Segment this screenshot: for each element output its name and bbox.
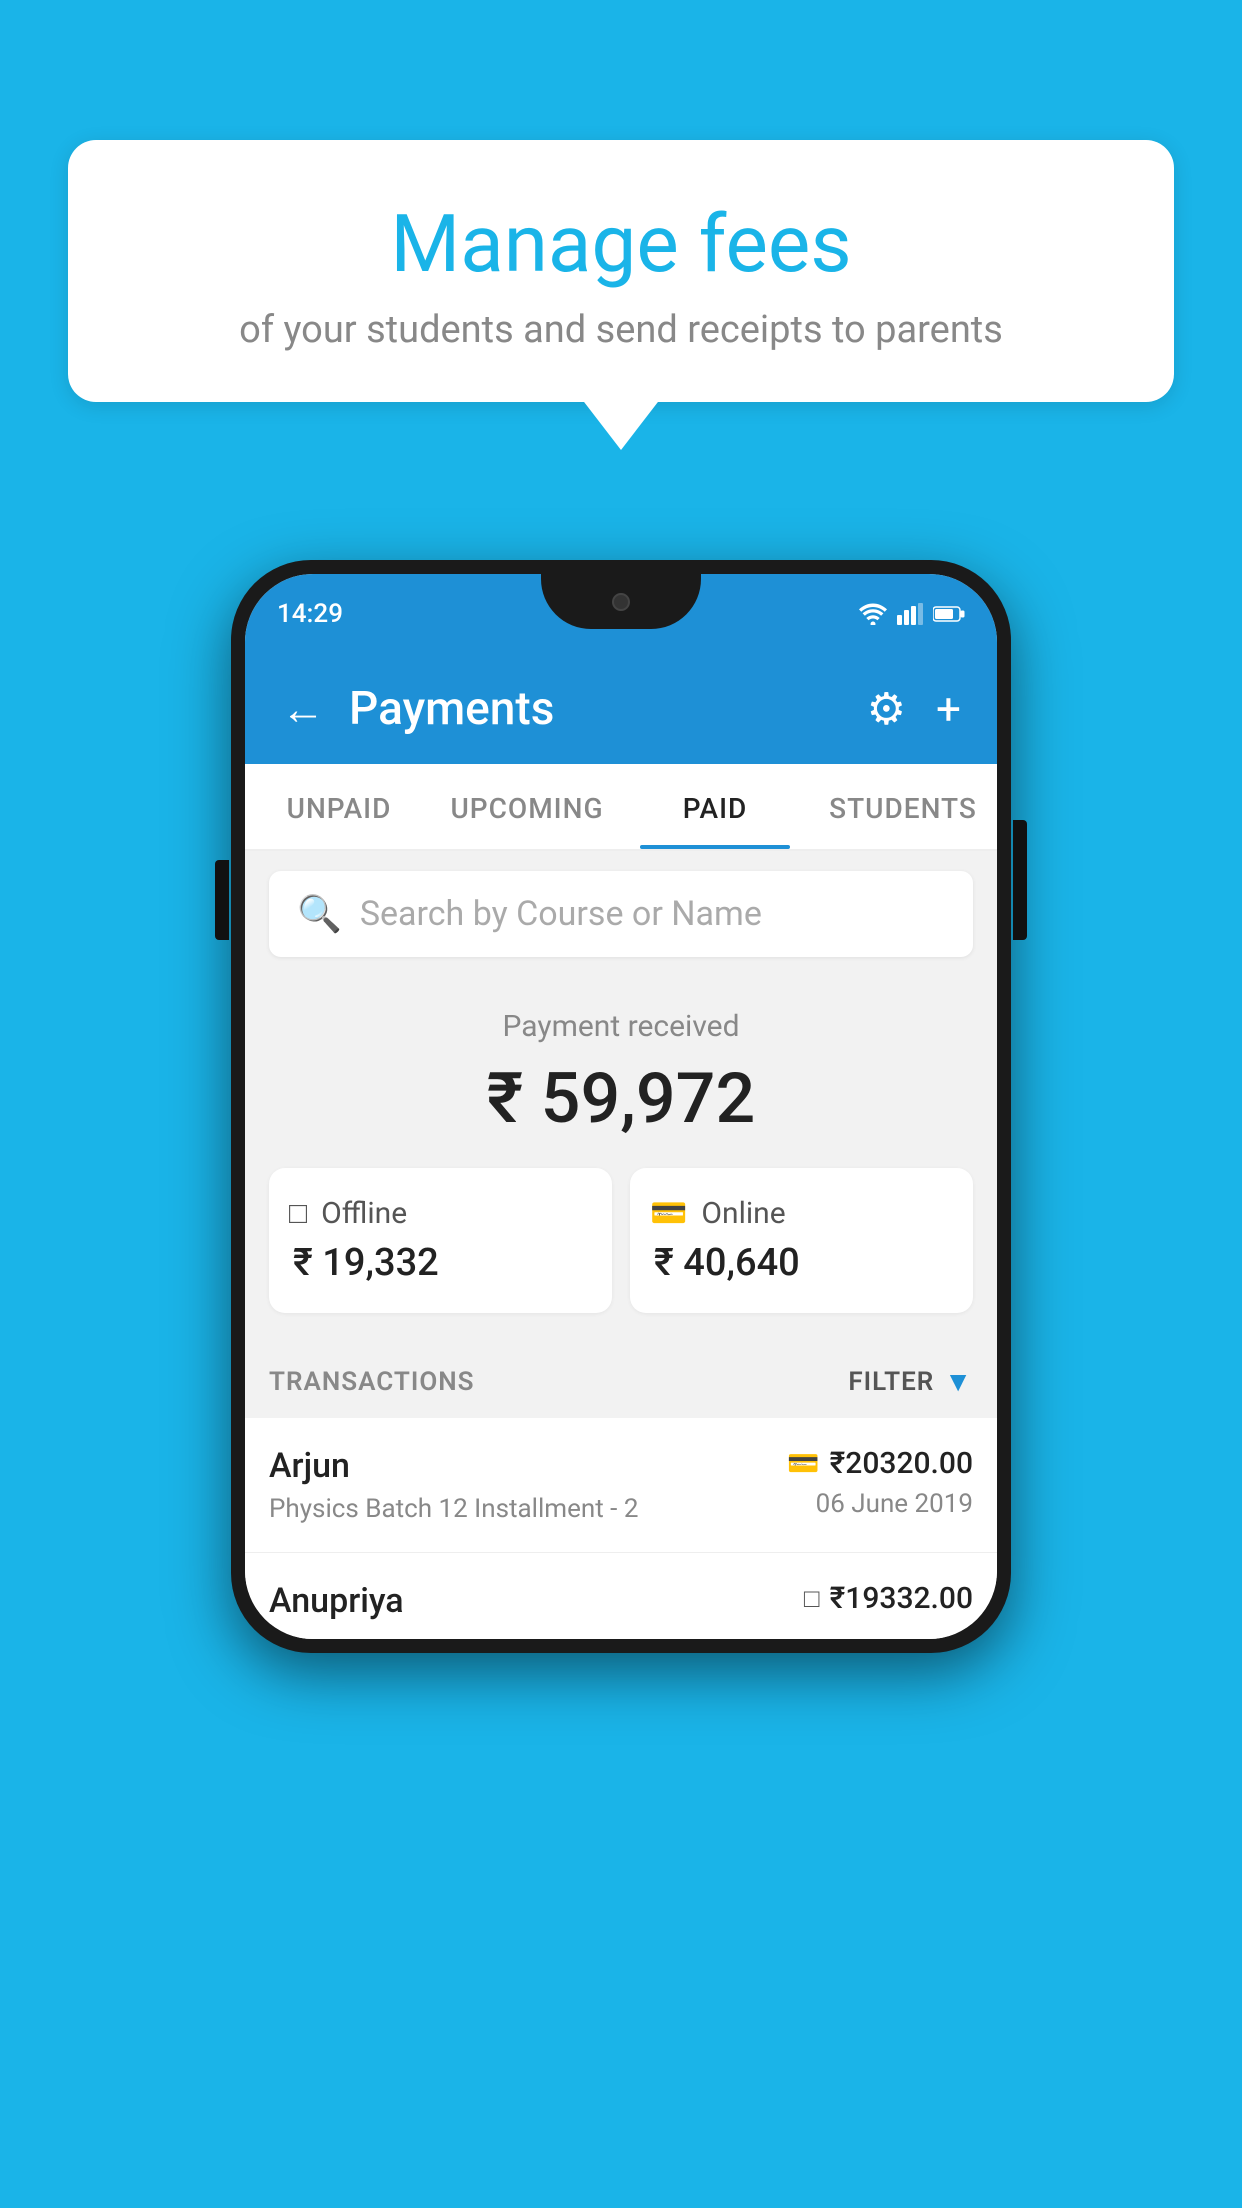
filter-label: FILTER <box>848 1367 934 1397</box>
payment-cards: □ Offline ₹ 19,332 💳 Online ₹ 40,640 <box>269 1168 973 1313</box>
search-input[interactable]: Search by Course or Name <box>360 894 762 934</box>
phone-mockup: 14:29 <box>231 560 1011 1653</box>
status-icons <box>859 603 965 625</box>
search-icon: 🔍 <box>297 893 342 935</box>
search-container: 🔍 Search by Course or Name <box>245 851 997 977</box>
transaction-name: Arjun <box>269 1446 787 1486</box>
transaction-description: Physics Batch 12 Installment - 2 <box>269 1494 787 1524</box>
offline-amount: ₹ 19,332 <box>289 1241 592 1285</box>
offline-payment-card: □ Offline ₹ 19,332 <box>269 1168 612 1313</box>
tab-upcoming[interactable]: UPCOMING <box>433 764 621 849</box>
offline-icon: □ <box>289 1196 307 1231</box>
transactions-header: TRANSACTIONS FILTER ▼ <box>245 1345 997 1418</box>
payment-type-icon: □ <box>804 1583 820 1614</box>
app-bar-right: ⚙ + <box>867 687 961 731</box>
signal-icon <box>897 603 923 625</box>
filter-icon: ▼ <box>944 1365 973 1398</box>
speech-bubble-title: Manage fees <box>108 200 1134 288</box>
app-bar-title: Payments <box>349 682 554 736</box>
wifi-icon <box>859 603 887 625</box>
offline-label: Offline <box>321 1196 407 1231</box>
online-payment-card: 💳 Online ₹ 40,640 <box>630 1168 973 1313</box>
transaction-amount: 💳 ₹20320.00 <box>787 1446 973 1481</box>
settings-button[interactable]: ⚙ <box>867 687 906 731</box>
status-time: 14:29 <box>277 599 343 629</box>
speech-bubble-subtitle: of your students and send receipts to pa… <box>108 308 1134 352</box>
table-row[interactable]: Arjun Physics Batch 12 Installment - 2 💳… <box>245 1418 997 1553</box>
status-bar: 14:29 <box>245 574 997 654</box>
camera <box>612 593 630 611</box>
search-bar[interactable]: 🔍 Search by Course or Name <box>269 871 973 957</box>
payment-total-amount: ₹ 59,972 <box>269 1058 973 1140</box>
tabs-bar: UNPAID UPCOMING PAID STUDENTS <box>245 764 997 851</box>
table-row[interactable]: Anupriya □ ₹19332.00 <box>245 1553 997 1639</box>
transaction-name: Anupriya <box>269 1581 804 1621</box>
online-icon: 💳 <box>650 1196 687 1231</box>
payment-type-icon: 💳 <box>787 1449 819 1479</box>
phone-outer: 14:29 <box>231 560 1011 1653</box>
battery-icon <box>933 605 965 623</box>
app-bar-left: ← Payments <box>281 682 554 736</box>
notch <box>541 574 701 629</box>
transaction-date: 06 June 2019 <box>787 1489 973 1519</box>
tab-unpaid[interactable]: UNPAID <box>245 764 433 849</box>
transaction-right: 💳 ₹20320.00 06 June 2019 <box>787 1446 973 1519</box>
tab-students[interactable]: STUDENTS <box>809 764 997 849</box>
tab-paid[interactable]: PAID <box>621 764 809 849</box>
offline-card-header: □ Offline <box>289 1196 592 1231</box>
filter-button[interactable]: FILTER ▼ <box>848 1365 973 1398</box>
transaction-left: Arjun Physics Batch 12 Installment - 2 <box>269 1446 787 1524</box>
transactions-label: TRANSACTIONS <box>269 1367 475 1397</box>
online-amount: ₹ 40,640 <box>650 1241 953 1285</box>
payment-summary: Payment received ₹ 59,972 □ Offline ₹ 19… <box>245 977 997 1345</box>
add-button[interactable]: + <box>936 687 961 731</box>
online-card-header: 💳 Online <box>650 1196 953 1231</box>
speech-bubble-card: Manage fees of your students and send re… <box>68 140 1174 402</box>
back-button[interactable]: ← <box>281 687 325 731</box>
transaction-left: Anupriya <box>269 1581 804 1629</box>
app-bar: ← Payments ⚙ + <box>245 654 997 764</box>
phone-inner: 14:29 <box>245 574 997 1639</box>
online-label: Online <box>701 1196 785 1231</box>
transaction-right: □ ₹19332.00 <box>804 1581 973 1624</box>
payment-received-label: Payment received <box>269 1009 973 1044</box>
transaction-amount: □ ₹19332.00 <box>804 1581 973 1616</box>
